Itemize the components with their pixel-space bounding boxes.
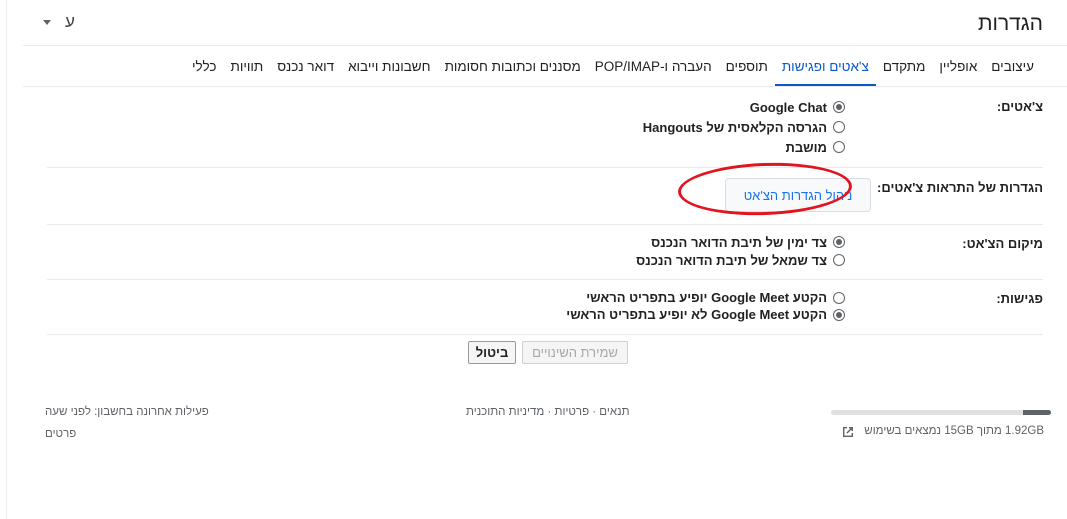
input-tools-toggle[interactable]: ע: [43, 12, 75, 32]
tab-addons[interactable]: תוספים: [719, 52, 775, 87]
tab-themes[interactable]: עיצובים: [984, 52, 1041, 87]
chats-section: צ'אטים: Google Chat הגרסה הקלאסית של Han…: [47, 97, 1043, 167]
section-divider: [47, 334, 1043, 335]
option-label: הקטע Google Meet יופיע בתפריט הראשי: [586, 290, 827, 305]
chat-notifications-label: הגדרות של התראות צ'אטים:: [877, 180, 1043, 195]
option-label: הגרסה הקלאסית של Hangouts: [642, 119, 827, 135]
radio-meet-show[interactable]: [833, 291, 845, 304]
tab-chat-meet[interactable]: צ'אטים ופגישות: [774, 52, 876, 87]
tab-filters-blocked[interactable]: מסננים וכתובות חסומות: [438, 52, 588, 87]
radio-off[interactable]: [833, 141, 845, 153]
chats-label: צ'אטים:: [996, 99, 1043, 114]
chats-option-google-chat[interactable]: Google Chat: [643, 97, 845, 117]
meetings-option-hide[interactable]: הקטע Google Meet לא יופיע בתפריט הראשי: [566, 306, 845, 323]
option-label: מושבת: [785, 139, 827, 155]
save-changes-button[interactable]: שמירת השינויים: [522, 341, 628, 364]
option-label: צד ימין של תיבת הדואר הנכנס: [651, 234, 827, 250]
chats-options: Google Chat הגרסה הקלאסית של Hangouts מו…: [643, 97, 845, 157]
details-link[interactable]: פרטים: [45, 428, 76, 440]
chat-position-section: מיקום הצ'אט: צד ימין של תיבת הדואר הנכנס…: [47, 234, 1043, 279]
option-label: הקטע Google Meet לא יופיע בתפריט הראשי: [566, 307, 827, 322]
tab-accounts-import[interactable]: חשבונות וייבוא: [341, 52, 437, 87]
chat-position-option-left[interactable]: צד שמאל של תיבת הדואר הנכנס: [636, 251, 845, 269]
option-label: Google Chat: [749, 99, 827, 115]
tab-labels[interactable]: תוויות: [224, 52, 271, 87]
header-divider: [23, 45, 1067, 46]
radio-hangouts[interactable]: [833, 121, 845, 133]
section-divider: [47, 224, 1043, 225]
meetings-option-show[interactable]: הקטע Google Meet יופיע בתפריט הראשי: [566, 289, 845, 306]
chat-position-options: צד ימין של תיבת הדואר הנכנס צד שמאל של ת…: [636, 233, 845, 269]
option-label: צד שמאל של תיבת הדואר הנכנס: [636, 252, 827, 268]
tab-inbox[interactable]: דואר נכנס: [270, 52, 341, 87]
page-title: הגדרות: [977, 12, 1043, 35]
tabs-divider: [23, 86, 1067, 87]
settings-tabs: כללי תוויות דואר נכנס חשבונות וייבוא מסנ…: [185, 52, 1041, 87]
radio-google-chat[interactable]: [833, 101, 845, 113]
radio-left-of-inbox[interactable]: [833, 254, 845, 266]
chats-option-hangouts[interactable]: הגרסה הקלאסית של Hangouts: [643, 117, 845, 137]
chat-position-option-right[interactable]: צד ימין של תיבת הדואר הנכנס: [636, 233, 845, 251]
chevron-down-icon[interactable]: [43, 19, 51, 25]
footer-links[interactable]: תנאים · פרטיות · מדיניות התוכנית: [466, 406, 630, 418]
tab-offline[interactable]: אופליין: [932, 52, 984, 87]
chats-option-off[interactable]: מושבת: [643, 137, 845, 157]
radio-right-of-inbox[interactable]: [833, 236, 845, 248]
tab-general[interactable]: כללי: [185, 52, 224, 87]
last-account-activity: פעילות אחרונה בחשבון: לפני שעה: [45, 406, 209, 418]
section-divider: [47, 279, 1043, 280]
radio-meet-hide[interactable]: [833, 308, 845, 321]
tab-forwarding-pop-imap[interactable]: העברה ו-POP/IMAP: [588, 52, 719, 87]
storage-usage-fill: [1022, 410, 1051, 415]
storage-usage-text: 1.92GB מתוך 15GB נמצאים בשימוש: [864, 425, 1044, 437]
chat-position-label: מיקום הצ'אט:: [962, 236, 1043, 251]
tab-advanced[interactable]: מתקדם: [876, 52, 933, 87]
cancel-button[interactable]: ביטול: [468, 341, 516, 364]
open-in-new-icon[interactable]: [841, 425, 855, 439]
meetings-options: הקטע Google Meet יופיע בתפריט הראשי הקטע…: [566, 289, 845, 323]
input-tools-label[interactable]: ע: [65, 12, 75, 32]
meetings-label: פגישות:: [996, 291, 1043, 306]
storage-usage-bar: [831, 410, 1051, 415]
settings-page: הגדרות ע כללי תוויות דואר נכנס חשבונות ו…: [6, 0, 1067, 519]
chat-notifications-section: הגדרות של התראות צ'אטים:: [47, 168, 1043, 224]
meetings-section: פגישות: הקטע Google Meet יופיע בתפריט הר…: [47, 289, 1043, 334]
manage-chat-settings-button[interactable]: ניהול הגדרות הצ'אט: [725, 178, 871, 212]
